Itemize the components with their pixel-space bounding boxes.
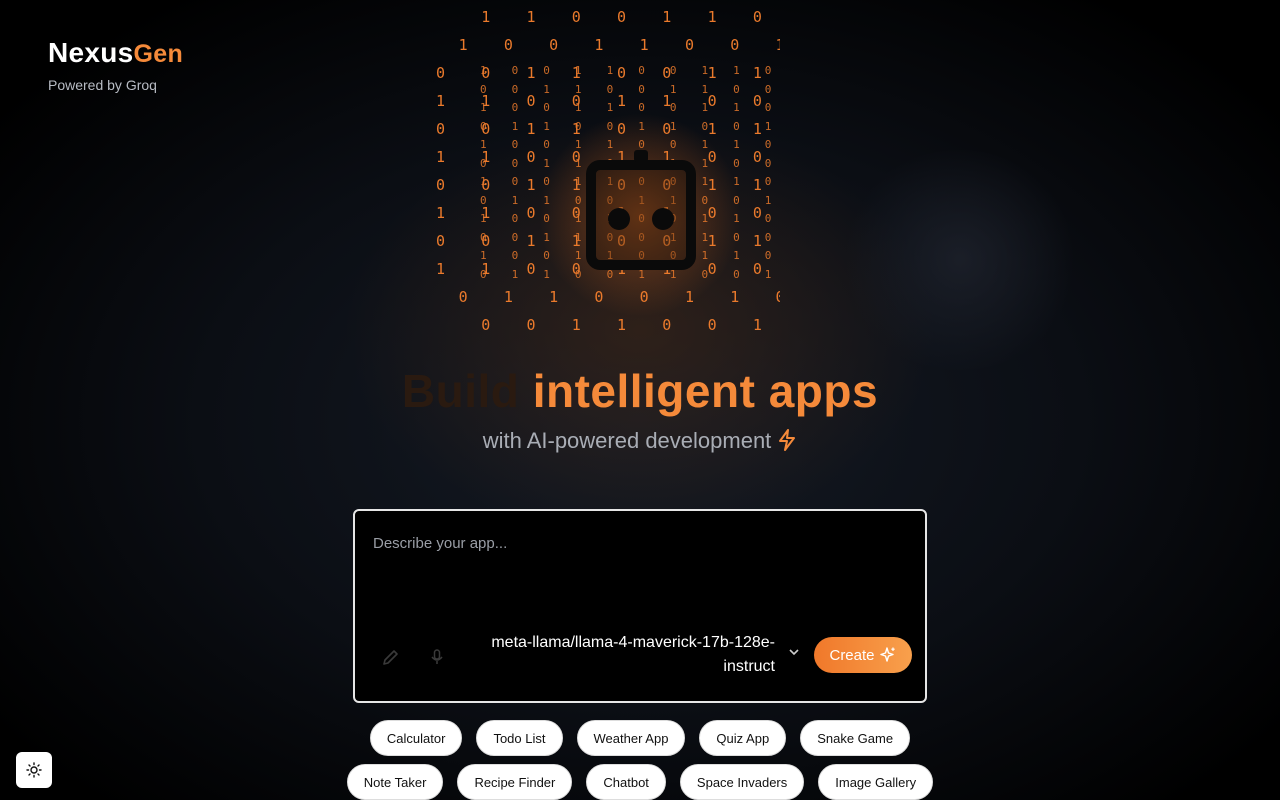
suggestion-chip[interactable]: Todo List	[476, 720, 563, 756]
pencil-icon[interactable]	[381, 647, 401, 667]
suggestion-chips-row-2: Note Taker Recipe Finder Chatbot Space Inva…	[0, 764, 1280, 800]
microphone-icon[interactable]	[427, 647, 447, 667]
lightning-icon	[779, 429, 796, 451]
app-description-input[interactable]	[373, 535, 893, 615]
hero-subtitle-text: with AI-powered development	[482, 428, 772, 453]
create-button-label: Create	[829, 646, 875, 664]
suggestion-chip[interactable]: Image Gallery	[818, 764, 934, 800]
create-button[interactable]: Create	[814, 637, 912, 673]
suggestion-chips-row-1: Calculator Todo List Weather App Quiz App Sn…	[0, 720, 1280, 756]
hero-title: Build intelligent apps	[0, 364, 1280, 418]
matrix-row-small: 1 0 0 1 1 0 0 1 1 0 0	[480, 138, 780, 151]
suggestion-chip[interactable]: Calculator	[369, 720, 463, 756]
model-select[interactable]: meta-llama/llama-4-maverick-17b-128e-ins…	[463, 631, 803, 683]
suggestion-chip[interactable]: Note Taker	[346, 764, 444, 800]
matrix-row-small: 0 0 1 1 0 0 1 1 0 0 1	[480, 82, 780, 96]
background-blob	[840, 150, 1080, 370]
suggestion-chip[interactable]: Quiz App	[699, 720, 787, 756]
robot-antenna	[634, 150, 648, 162]
logo-name-accent: Gen	[133, 40, 184, 68]
suggestion-chip[interactable]: Snake Game	[800, 720, 911, 756]
matrix-row-small: 0 1 1 0 0 1 1 0 0 1 1	[480, 119, 780, 133]
sparkles-icon	[879, 647, 895, 662]
hero-subtitle: with AI-powered development	[0, 428, 1280, 454]
logo-name-main: Nexus	[48, 37, 134, 68]
hero-title-accent: intelligent apps	[532, 365, 879, 417]
suggestion-chip[interactable]: Weather App	[576, 720, 686, 756]
matrix-row-big: 1 1 0 0 1 1 0 0 .	[481, 8, 776, 26]
prompt-box: meta-llama/llama-4-maverick-17b-128e-ins…	[353, 509, 927, 703]
logo-tagline: Powered by Groq	[48, 77, 157, 93]
theme-toggle-button[interactable]	[16, 752, 52, 788]
suggestion-chip[interactable]: Space Invaders	[679, 764, 805, 800]
robot-icon	[586, 150, 696, 270]
logo: NexusGen Powered by Groq	[48, 36, 183, 93]
matrix-row-big: 1 0 0 1 1 0 0 1 1 0 .	[458, 36, 780, 54]
matrix-row-small: 1 0 0 1 1 0 0 1 1 0 0	[480, 101, 780, 114]
matrix-row-big: 0 0 1 1 0 0 1 1 0	[481, 316, 776, 334]
sun-icon	[26, 762, 42, 778]
suggestion-chip[interactable]: Recipe Finder	[457, 764, 573, 800]
chevron-down-icon	[789, 649, 799, 656]
suggestion-chip[interactable]: Chatbot	[586, 764, 666, 800]
robot-right-eye	[652, 208, 674, 230]
model-select-value: meta-llama/llama-4-maverick-17b-128e-ins…	[491, 634, 775, 675]
hero-title-dim: Build	[401, 365, 520, 417]
logo-title: NexusGen	[48, 36, 183, 71]
matrix-row-big: 0 1 1 0 0 1 1 0 0 1 .	[458, 288, 780, 306]
robot-left-eye	[608, 208, 630, 230]
matrix-row-small: 1 0 0 1 1 0 0 1 1 0 0	[480, 64, 780, 77]
